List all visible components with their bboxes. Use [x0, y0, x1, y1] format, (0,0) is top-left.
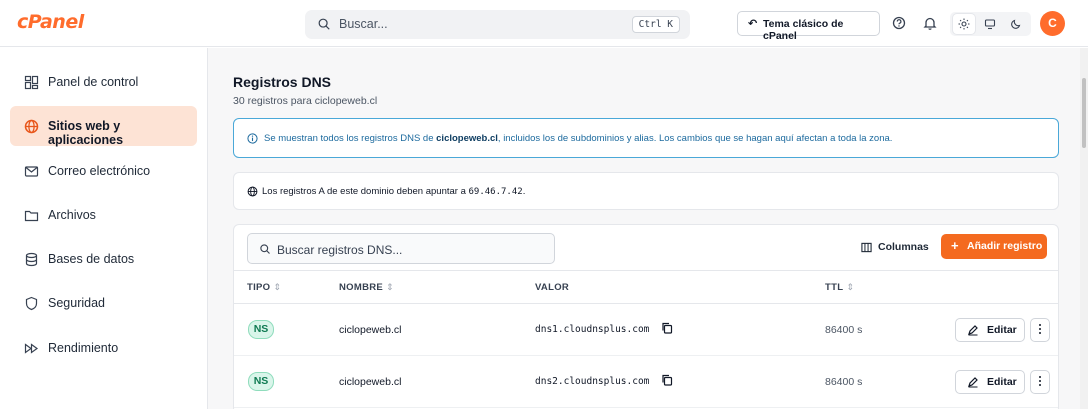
sidebar: Panel de control Sitios web y aplicacion…	[0, 48, 208, 409]
globe-icon	[247, 186, 258, 197]
search-shortcut: Ctrl K	[631, 16, 680, 33]
user-avatar[interactable]: C	[1040, 11, 1065, 36]
sidebar-item-databases[interactable]: Bases de datos	[10, 239, 197, 279]
header-name[interactable]: NOMBRE ⇕	[339, 282, 394, 293]
copy-icon[interactable]	[661, 322, 673, 334]
table-row: NS ciclopeweb.cl dns1.cloudnsplus.com 86…	[234, 304, 1058, 356]
note-text: Los registros A de este dominio deben ap…	[262, 186, 526, 197]
dns-records-card: Buscar registros DNS... Columnas + Añadi…	[233, 224, 1059, 409]
shield-icon	[25, 296, 38, 311]
edit-label: Editar	[987, 376, 1017, 388]
system-theme-button[interactable]	[979, 14, 1001, 34]
help-icon[interactable]	[891, 15, 907, 31]
page-title: Registros DNS	[233, 74, 332, 90]
sun-icon	[958, 18, 970, 30]
add-record-button[interactable]: + Añadir registro	[941, 234, 1047, 259]
global-search[interactable]: Buscar... Ctrl K	[305, 10, 690, 39]
dashboard-icon	[24, 75, 39, 90]
bell-icon[interactable]	[922, 15, 938, 31]
database-icon	[25, 252, 38, 267]
sidebar-item-files[interactable]: Archivos	[10, 195, 197, 235]
sidebar-item-label: Correo electrónico	[48, 164, 151, 178]
info-text: Se muestran todos los registros DNS de c…	[264, 133, 893, 144]
dns-search-input[interactable]: Buscar registros DNS...	[247, 233, 555, 264]
copy-icon[interactable]	[661, 374, 673, 386]
sidebar-item-label: Rendimiento	[48, 341, 119, 355]
record-type-badge: NS	[248, 372, 274, 391]
add-record-label: Añadir registro	[967, 240, 1043, 252]
light-theme-button[interactable]	[953, 14, 975, 34]
undo-icon: ↶	[748, 18, 758, 30]
kebab-icon	[1039, 376, 1041, 378]
sort-icon: ⇕	[846, 282, 855, 292]
edit-button[interactable]: Editar	[955, 318, 1025, 342]
main-content: Registros DNS 30 registros para ciclopew…	[208, 48, 1080, 409]
sidebar-item-label: Archivos	[48, 208, 96, 222]
info-banner: Se muestran todos los registros DNS de c…	[233, 118, 1059, 158]
pencil-icon	[968, 325, 978, 336]
sidebar-item-label: Seguridad	[48, 296, 105, 310]
record-ttl: 86400 s	[825, 376, 863, 388]
sidebar-item-label: Sitios web y aplicaciones	[48, 119, 124, 147]
theme-switcher	[950, 12, 1031, 36]
top-bar: cPanel Buscar... Ctrl K ↶ Tema clásico d…	[0, 0, 1088, 47]
page-subtitle: 30 registros para ciclopeweb.cl	[233, 95, 378, 107]
plus-icon: +	[951, 238, 959, 253]
table-row: NS ciclopeweb.cl dns2.cloudnsplus.com 86…	[234, 356, 1058, 408]
header-ttl[interactable]: TTL ⇕	[825, 282, 854, 293]
columns-icon	[861, 242, 872, 253]
sidebar-item-dashboard[interactable]: Panel de control	[10, 62, 197, 102]
more-actions-button[interactable]	[1030, 370, 1050, 394]
record-value: dns2.cloudnsplus.com	[535, 376, 650, 387]
sidebar-item-security[interactable]: Seguridad	[10, 283, 197, 323]
sidebar-item-performance[interactable]: Rendimiento	[10, 328, 197, 368]
a-record-note: Los registros A de este dominio deben ap…	[233, 172, 1059, 210]
server-ip: 69.46.7.42	[468, 187, 523, 197]
info-domain: ciclopeweb.cl	[436, 133, 498, 144]
sidebar-item-label: Bases de datos	[48, 252, 135, 266]
mail-icon	[24, 166, 39, 177]
columns-label: Columnas	[878, 241, 929, 253]
monitor-icon	[984, 19, 996, 30]
table-header: TIPO ⇕ NOMBRE ⇕ VALOR TTL ⇕	[234, 270, 1058, 304]
sidebar-item-websites[interactable]: Sitios web y aplicaciones	[10, 106, 197, 147]
folder-icon	[24, 210, 39, 222]
info-icon	[247, 133, 258, 144]
record-type-badge: NS	[248, 320, 274, 339]
dns-search-placeholder: Buscar registros DNS...	[277, 243, 403, 257]
moon-icon	[1011, 19, 1021, 29]
record-name: ciclopeweb.cl	[339, 376, 402, 388]
record-ttl: 86400 s	[825, 324, 863, 336]
classic-theme-button[interactable]: ↶ Tema clásico de cPanel	[737, 11, 880, 42]
record-value: dns1.cloudnsplus.com	[535, 324, 650, 335]
scrollbar[interactable]	[1080, 48, 1088, 409]
edit-label: Editar	[987, 324, 1017, 336]
fast-forward-icon	[24, 343, 39, 354]
pencil-icon	[968, 377, 978, 388]
dark-theme-button[interactable]	[1005, 14, 1027, 34]
sort-icon: ⇕	[273, 282, 282, 292]
search-icon	[260, 244, 270, 254]
scrollbar-thumb[interactable]	[1082, 78, 1086, 148]
edit-button[interactable]: Editar	[955, 370, 1025, 394]
header-value: VALOR	[535, 282, 570, 293]
classic-theme-label: Tema clásico de cPanel	[763, 18, 844, 42]
sort-icon: ⇕	[386, 282, 394, 292]
search-icon	[318, 18, 330, 30]
more-actions-button[interactable]	[1030, 318, 1050, 342]
globe-icon	[24, 119, 39, 134]
search-placeholder: Buscar...	[339, 17, 388, 31]
cpanel-logo[interactable]: cPanel	[17, 11, 84, 33]
header-type[interactable]: TIPO ⇕	[247, 282, 281, 293]
sidebar-item-email[interactable]: Correo electrónico	[10, 151, 197, 191]
kebab-icon	[1039, 324, 1041, 326]
sidebar-item-label: Panel de control	[48, 75, 139, 89]
record-name: ciclopeweb.cl	[339, 324, 402, 336]
